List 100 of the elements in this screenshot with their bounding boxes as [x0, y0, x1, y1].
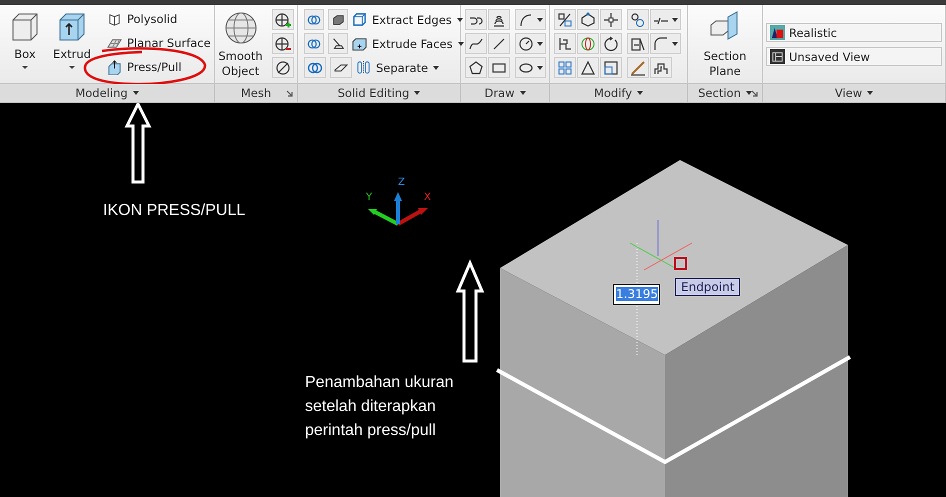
section-plane-button[interactable]: Section Plane [700, 9, 750, 79]
rotate-icon [603, 36, 619, 52]
array-button[interactable] [554, 57, 576, 78]
panel-title: Mesh [240, 86, 272, 100]
split-bars-icon [356, 60, 371, 75]
fillet-button[interactable] [650, 33, 681, 54]
panel-title[interactable]: Modify [594, 86, 632, 100]
circle-icon [518, 36, 534, 52]
move-button[interactable] [600, 9, 622, 30]
copy-button[interactable] [627, 9, 649, 30]
globe-icon [580, 36, 596, 52]
slashed-circle-icon [275, 60, 291, 76]
snap-marker [674, 257, 687, 270]
gizmo-icon [580, 12, 596, 28]
panel-title[interactable]: Section [698, 86, 741, 100]
section-plane-label: Section Plane [704, 49, 746, 79]
circle-button[interactable] [515, 33, 546, 54]
dynamic-input-field[interactable]: 1.3195 [613, 284, 660, 305]
modeling-tool-button[interactable]: Polysolid [107, 9, 211, 29]
array-icon [557, 60, 573, 76]
stretch-icon [630, 36, 646, 52]
dropdown-arrow-icon [537, 42, 543, 46]
box-tool-button[interactable]: Box [3, 9, 47, 79]
panel-menu-arrow-icon[interactable] [414, 91, 420, 95]
rotate-button[interactable] [600, 33, 622, 54]
panel-menu-arrow-icon[interactable] [746, 91, 752, 95]
annotation-text: Penambahan ukuran setelah diterapkan perintah press/pull [305, 373, 454, 441]
box-label: Box [14, 47, 36, 61]
panel-title[interactable]: Solid Editing [338, 86, 410, 100]
shaded-shapes-icon [770, 25, 785, 40]
smooth-object-label: Smooth Object [218, 49, 263, 79]
brush-button[interactable] [627, 57, 649, 78]
gizmo-button[interactable] [577, 9, 599, 30]
dropdown-arrow-icon [22, 66, 28, 69]
panel-title[interactable]: Modeling [75, 86, 128, 100]
y-axis-label: Y [366, 192, 372, 203]
view-dropdown[interactable]: Realistic [766, 23, 942, 42]
modeling-tool-button[interactable]: Press/Pull [107, 57, 211, 77]
dialog-launcher-icon[interactable] [286, 90, 294, 98]
sphere-minus-button[interactable] [272, 33, 294, 54]
brush-icon [630, 60, 646, 76]
rectangle-button[interactable] [488, 57, 510, 78]
spline-button[interactable] [465, 33, 487, 54]
extend-icon [557, 36, 573, 52]
sphere-icon [224, 11, 258, 45]
snap-tooltip: Endpoint [675, 278, 740, 296]
arc-button[interactable] [515, 9, 546, 30]
panel-title[interactable]: Draw [484, 86, 515, 100]
polyline-button[interactable] [465, 9, 487, 30]
line-button[interactable] [488, 33, 510, 54]
rings-button[interactable] [304, 9, 324, 30]
rings-button[interactable] [304, 33, 324, 54]
cube-button[interactable] [328, 9, 348, 30]
trim-button[interactable] [650, 9, 681, 30]
smooth-object-button[interactable]: Smooth Object [218, 9, 263, 79]
triangle-button[interactable] [577, 57, 599, 78]
dropdown-arrow-icon [433, 66, 440, 70]
sphere-minus-icon [275, 36, 291, 52]
pentagon-button[interactable] [465, 57, 487, 78]
fillet-icon [653, 36, 669, 52]
dropdown-arrow-icon [672, 18, 678, 22]
modeling-tool-button[interactable]: Planar Surface [107, 33, 211, 53]
annotation-text: IKON PRESS/PULL [103, 201, 246, 221]
dialog-launcher-icon[interactable] [751, 90, 759, 98]
box-face-icon [352, 36, 367, 51]
solid-edit-tool-button[interactable]: Separate [356, 58, 440, 78]
box-edges-icon [352, 12, 367, 27]
dropdown-arrow-icon [672, 42, 678, 46]
offset-button[interactable] [650, 57, 672, 78]
x-axis-label: X [424, 192, 431, 203]
press-pull-icon [107, 60, 122, 74]
dropdown-arrow-icon [537, 66, 543, 70]
panel-title[interactable]: View [834, 86, 862, 100]
sphere-plus-button[interactable] [272, 9, 294, 30]
ellipse-button[interactable] [515, 57, 546, 78]
sphere-plus-icon [275, 12, 291, 28]
squares-button[interactable] [600, 57, 622, 78]
crosshair-cursor-drawing [630, 220, 692, 270]
dropdown-arrow-icon [537, 18, 543, 22]
panel-menu-arrow-icon[interactable] [132, 91, 139, 95]
pentagon-icon [468, 60, 484, 76]
rings-button[interactable] [304, 57, 326, 78]
globe-button[interactable] [577, 33, 599, 54]
scale-icon [557, 12, 573, 28]
panel-menu-arrow-icon[interactable] [867, 91, 874, 95]
helix-button[interactable] [488, 9, 510, 30]
squares-icon [603, 60, 619, 76]
view-window-icon [770, 49, 785, 64]
panel-menu-arrow-icon[interactable] [637, 91, 644, 95]
polysolid-icon [107, 12, 122, 26]
view-dropdown[interactable]: Unsaved View [766, 47, 942, 66]
scale-button[interactable] [554, 9, 576, 30]
slashed-circle-button[interactable] [272, 57, 294, 78]
extrude-label: Extrud [53, 47, 91, 61]
extend-button[interactable] [554, 33, 576, 54]
z-axis-label: Z [398, 177, 405, 188]
stretch-button[interactable] [627, 33, 649, 54]
panel-menu-arrow-icon[interactable] [520, 91, 526, 95]
dropdown-arrow-icon [69, 66, 75, 69]
extrude-tool-button[interactable]: Extrud [50, 9, 94, 79]
